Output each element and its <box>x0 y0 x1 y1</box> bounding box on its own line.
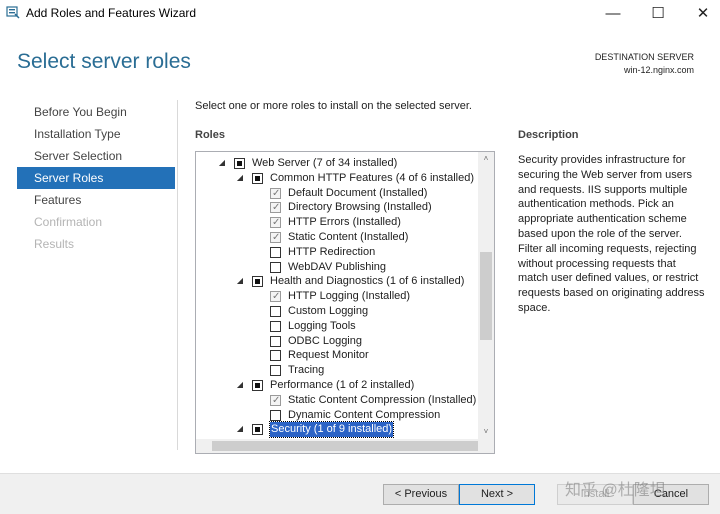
tree-item-label[interactable]: Performance (1 of 2 installed) <box>270 378 414 393</box>
collapse-arrow-icon[interactable]: ◢ <box>235 171 245 186</box>
page-title: Select server roles <box>17 50 191 73</box>
scroll-up-icon[interactable]: ˄ <box>478 152 494 166</box>
nav-confirmation: Confirmation <box>34 215 103 229</box>
checkbox[interactable] <box>270 350 281 362</box>
checkbox[interactable] <box>270 246 281 258</box>
checked-checkbox[interactable] <box>270 216 281 229</box>
checked-checkbox[interactable] <box>270 187 281 200</box>
horizontal-scrollbar[interactable] <box>196 439 494 453</box>
vertical-scrollbar[interactable]: ˄ ˅ <box>478 152 494 439</box>
checked-checkbox[interactable] <box>270 394 281 407</box>
roles-tree[interactable]: ◢ Web Server (7 of 34 installed) ◢ Common H… <box>195 151 495 454</box>
nav-installation-type[interactable]: Installation Type <box>17 123 175 145</box>
tree-item-label[interactable]: Tracing <box>288 363 324 378</box>
tree-item-label[interactable]: Directory Browsing (Installed) <box>288 200 432 215</box>
tree-row[interactable]: Request Monitor <box>196 348 478 363</box>
partial-checkbox[interactable] <box>252 424 263 436</box>
tree-row[interactable]: Tracing <box>196 363 478 378</box>
tree-row[interactable]: Logging Tools <box>196 319 478 334</box>
description-text: Security provides infrastructure for sec… <box>518 154 705 314</box>
tree-item-label[interactable]: Static Content Compression (Installed) <box>288 393 476 408</box>
collapse-arrow-icon[interactable]: ◢ <box>235 422 245 437</box>
title-bar: Add Roles and Features Wizard — ☐ ✕ <box>0 0 720 26</box>
tree-item-label[interactable]: Web Server (7 of 34 installed) <box>252 156 397 171</box>
maximize-button[interactable]: ☐ <box>635 0 681 26</box>
tree-row[interactable]: ◢ Security (1 of 9 installed) <box>196 421 478 439</box>
tree-item-label[interactable]: Health and Diagnostics (1 of 6 installed… <box>270 274 464 289</box>
tree-item-label[interactable]: HTTP Logging (Installed) <box>288 289 410 304</box>
previous-button[interactable]: < Previous <box>383 484 459 505</box>
close-button[interactable]: ✕ <box>680 0 720 26</box>
server-manager-icon <box>6 6 20 19</box>
tree-row[interactable]: Directory Browsing (Installed) <box>196 200 478 215</box>
window-title: Add Roles and Features Wizard <box>26 6 197 20</box>
checkbox[interactable] <box>270 409 281 421</box>
collapse-arrow-icon[interactable]: ◢ <box>217 156 227 171</box>
tree-item-label[interactable]: WebDAV Publishing <box>288 260 386 275</box>
tree-item-label[interactable]: Custom Logging <box>288 304 368 319</box>
tree-row[interactable]: ◢ Health and Diagnostics (1 of 6 installe… <box>196 274 478 289</box>
roles-heading: Roles <box>195 129 225 141</box>
tree-item-label[interactable]: Dynamic Content Compression <box>288 408 440 423</box>
tree-row[interactable]: HTTP Redirection <box>196 245 478 260</box>
tree-item-label[interactable]: Logging Tools <box>288 319 356 334</box>
tree-item-label[interactable]: ODBC Logging <box>288 334 362 349</box>
horizontal-scroll-thumb[interactable] <box>212 441 478 451</box>
tree-item-label[interactable]: Default Document (Installed) <box>288 186 427 201</box>
destination-server-name: win-12.nginx.com <box>623 65 694 75</box>
partial-checkbox[interactable] <box>252 276 263 288</box>
nav-server-selection[interactable]: Server Selection <box>17 145 175 167</box>
tree-row[interactable]: HTTP Errors (Installed) <box>196 215 478 230</box>
nav-before-you-begin[interactable]: Before You Begin <box>17 101 175 123</box>
tree-row[interactable]: Static Content Compression (Installed) <box>196 393 478 408</box>
tree-row[interactable]: ◢ Performance (1 of 2 installed) <box>196 378 478 393</box>
tree-row[interactable]: Dynamic Content Compression <box>196 408 478 423</box>
wizard-nav: Before You Begin Installation Type Serve… <box>17 101 175 255</box>
description-heading: Description <box>518 129 579 141</box>
nav-server-roles[interactable]: Server Roles <box>17 167 175 189</box>
checkbox[interactable] <box>270 365 281 377</box>
tree-item-label[interactable]: HTTP Redirection <box>288 245 375 260</box>
tree-item-label[interactable]: HTTP Errors (Installed) <box>288 215 401 230</box>
tree-row[interactable]: Static Content (Installed) <box>196 230 478 245</box>
partial-checkbox[interactable] <box>234 158 245 169</box>
tree-item-label[interactable]: Request Monitor <box>288 348 369 363</box>
tree-item-label[interactable]: Common HTTP Features (4 of 6 installed) <box>270 171 474 186</box>
partial-checkbox[interactable] <box>252 380 263 391</box>
next-button[interactable]: Next > <box>459 484 535 505</box>
tree-row[interactable]: WebDAV Publishing <box>196 260 478 275</box>
scroll-down-icon[interactable]: ˅ <box>478 425 494 439</box>
minimize-button[interactable]: — <box>590 0 636 26</box>
collapse-arrow-icon[interactable]: ◢ <box>235 274 245 289</box>
partial-checkbox[interactable] <box>252 172 263 184</box>
tree-item-label[interactable]: Security (1 of 9 installed) <box>268 421 395 439</box>
destination-server: DESTINATION SERVER win-12.nginx.com <box>595 51 694 77</box>
footer-bar: < Previous Next > Install Cancel 知乎 @杜隆坦 <box>0 473 720 514</box>
checkbox[interactable] <box>270 320 281 332</box>
instruction-text: Select one or more roles to install on t… <box>195 100 472 112</box>
checkbox[interactable] <box>270 306 281 317</box>
checkbox[interactable] <box>270 261 281 273</box>
vertical-scroll-thumb[interactable] <box>480 252 492 340</box>
tree-row[interactable]: Custom Logging <box>196 304 478 319</box>
checked-checkbox[interactable] <box>270 231 281 244</box>
destination-label: DESTINATION SERVER <box>594 52 694 62</box>
checkbox[interactable] <box>270 335 281 347</box>
tree-row[interactable]: ◢ Web Server (7 of 34 installed) <box>196 156 478 171</box>
tree-item-label[interactable]: Static Content (Installed) <box>288 230 408 245</box>
nav-results: Results <box>34 237 75 251</box>
checked-checkbox[interactable] <box>270 290 281 303</box>
tree-row[interactable]: ODBC Logging <box>196 334 478 349</box>
checked-checkbox[interactable] <box>270 201 281 214</box>
nav-features[interactable]: Features <box>17 189 175 211</box>
nav-divider <box>177 100 178 450</box>
collapse-arrow-icon[interactable]: ◢ <box>235 378 245 393</box>
tree-row[interactable]: Default Document (Installed) <box>196 186 478 201</box>
tree-row[interactable]: HTTP Logging (Installed) <box>196 289 478 304</box>
tree-row[interactable]: ◢ Common HTTP Features (4 of 6 installed) <box>196 171 478 186</box>
watermark: 知乎 @杜隆坦 <box>565 482 666 499</box>
